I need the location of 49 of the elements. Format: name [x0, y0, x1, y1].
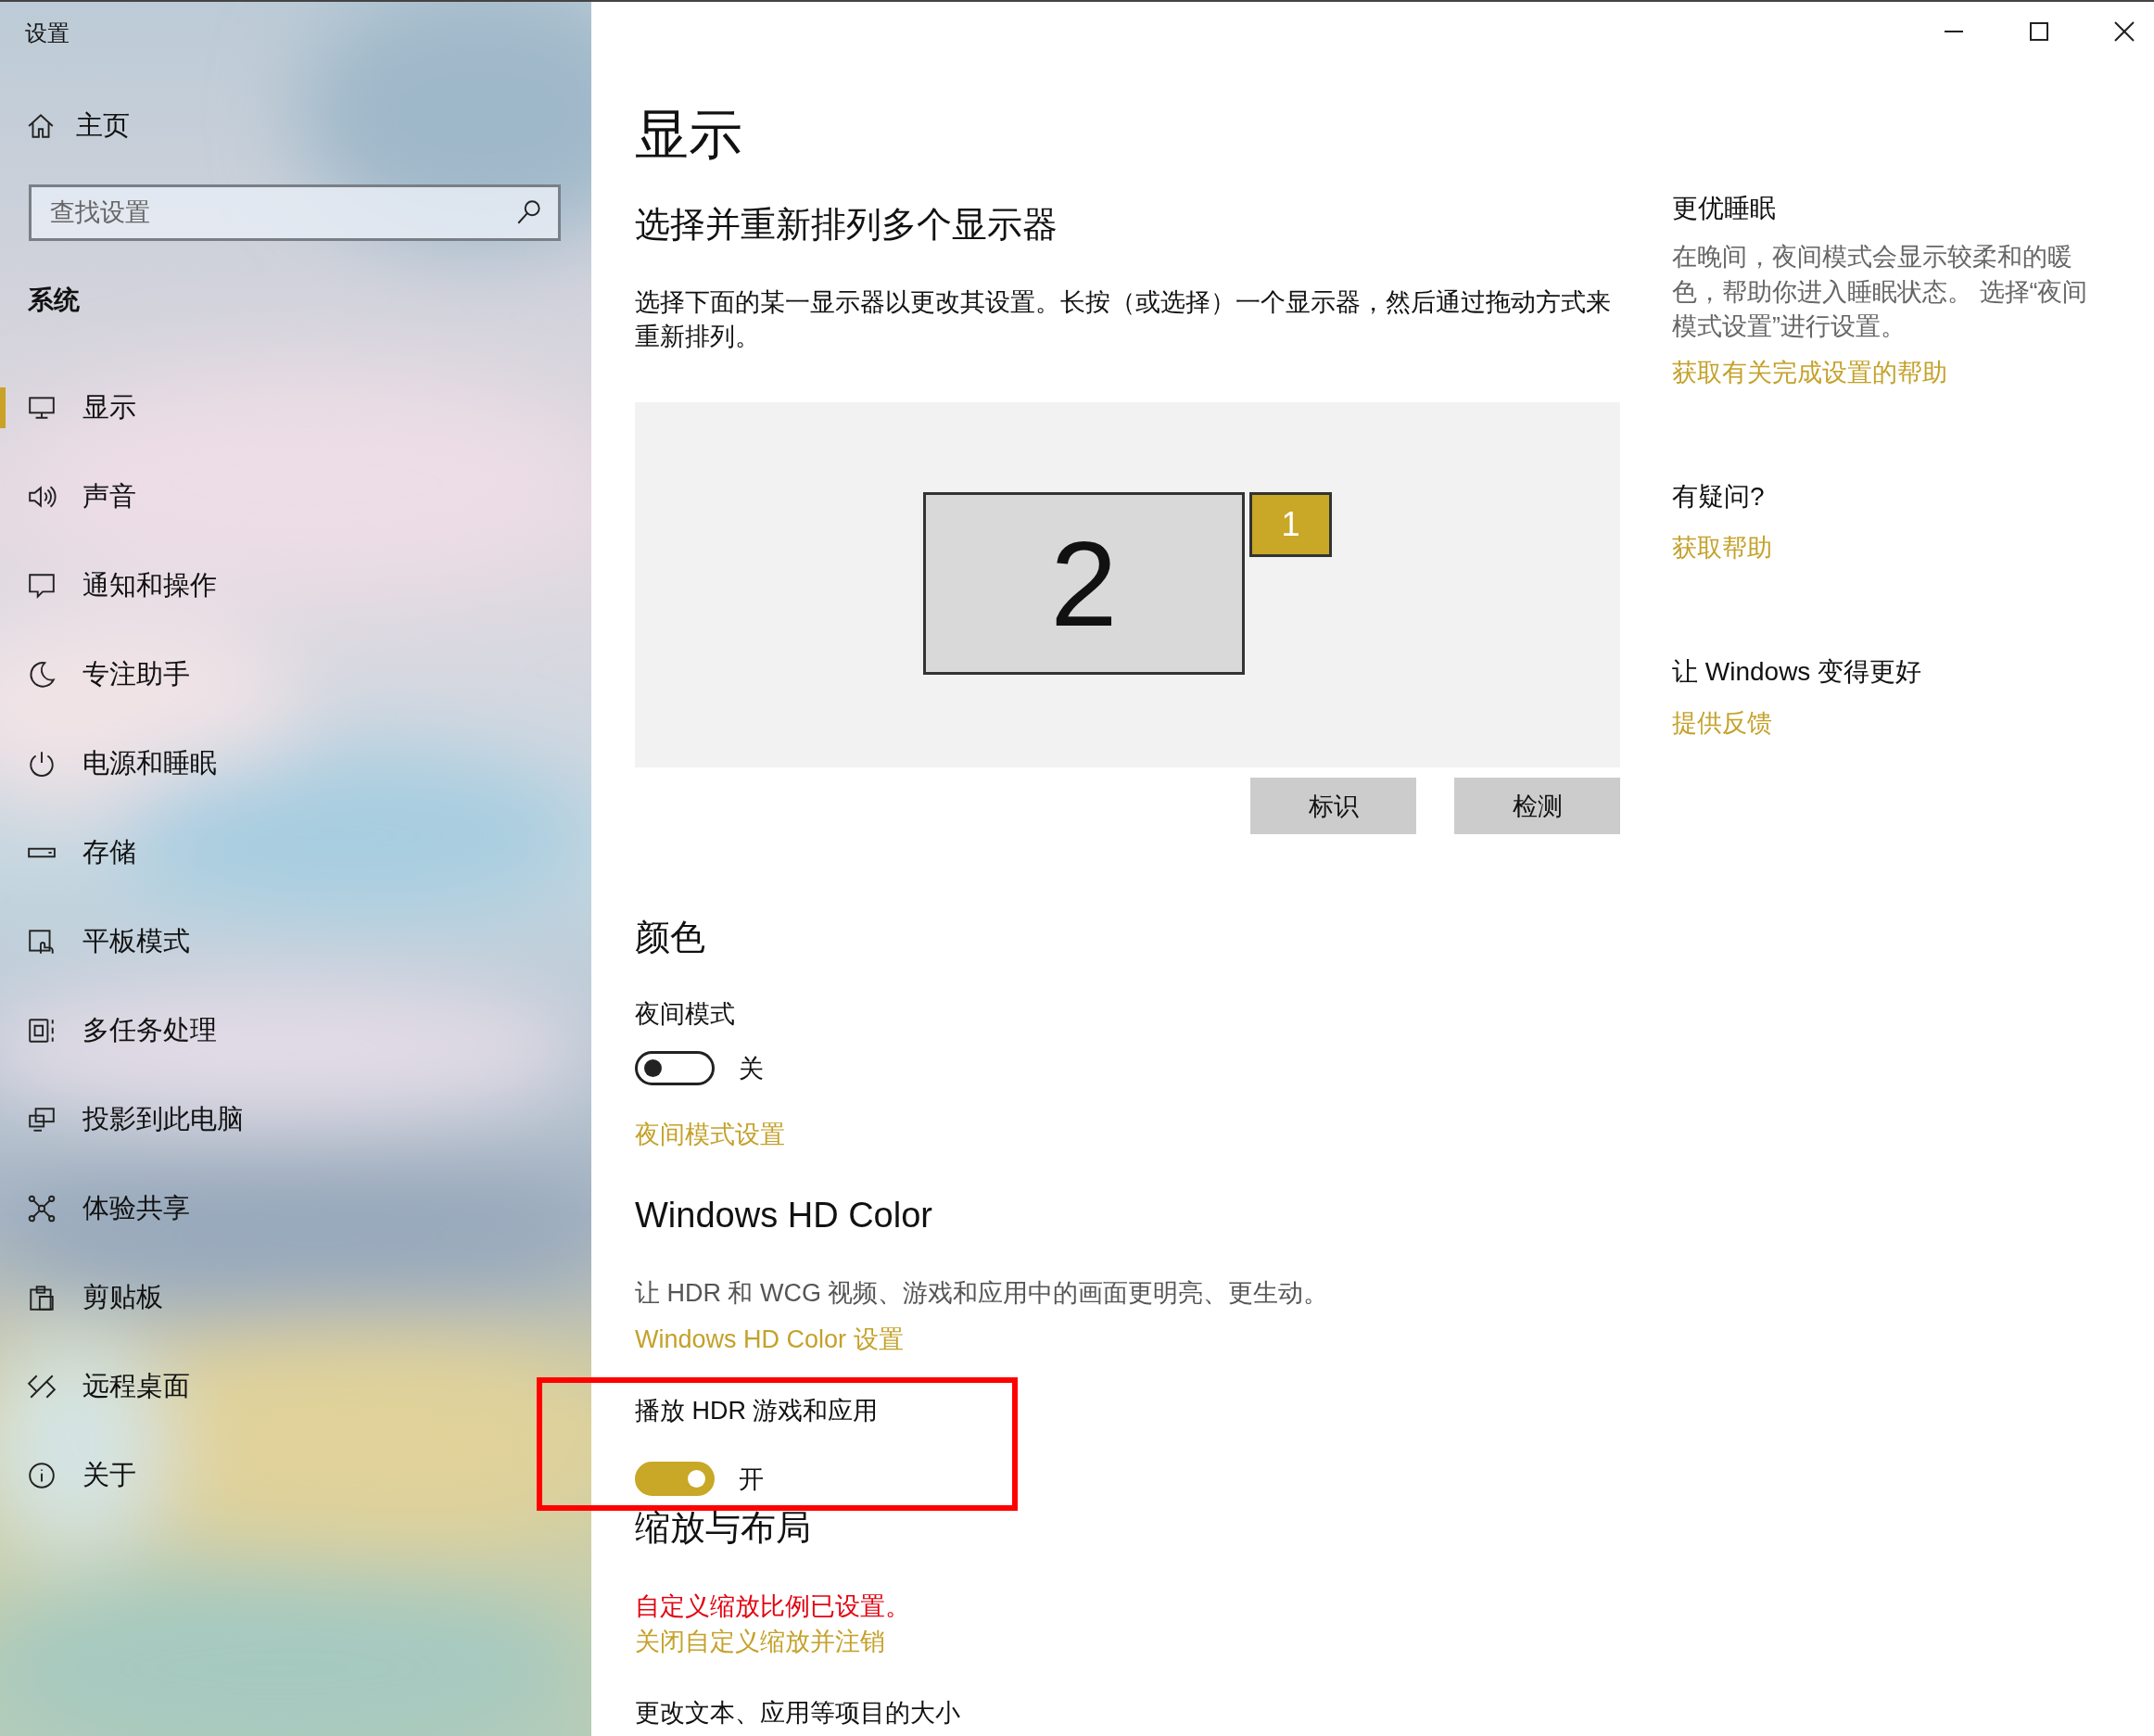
sidebar-item[interactable]: 通知和操作 [27, 567, 217, 604]
sidebar-item[interactable]: 电源和睡眠 [27, 745, 217, 782]
aside-heading: 更优睡眠 [1672, 193, 1776, 224]
window-title: 设置 [25, 19, 70, 47]
sidebar-item[interactable]: 体验共享 [27, 1190, 190, 1227]
section-heading: 系统 [28, 285, 80, 316]
section-heading: 选择并重新排列多个显示器 [635, 204, 1058, 246]
section-heading: 缩放与布局 [635, 1507, 811, 1549]
setting-label: 更改文本、应用等项目的大小 [635, 1698, 960, 1729]
action-button[interactable]: 标识 [1250, 778, 1416, 834]
description: 选择下面的某一显示器以更改其设置。长按（或选择）一个显示器，然后通过拖动方式来重新排列。 [635, 287, 1612, 352]
toggle-switch[interactable] [635, 1462, 715, 1496]
action-button[interactable]: 检测 [1454, 778, 1620, 834]
aside-heading: 让 Windows 变得更好 [1672, 655, 1922, 688]
aside-heading: 有疑问? [1672, 480, 1765, 513]
sidebar-item[interactable]: 显示 [27, 389, 136, 426]
toggle-state: 关 [739, 1053, 764, 1084]
sidebar-item[interactable]: 声音 [27, 478, 136, 515]
home-icon [26, 111, 56, 141]
search-field[interactable]: 查找设置 [29, 184, 561, 241]
speech-bubble-icon [27, 571, 57, 601]
aside-text: 在晚间，夜间模式会显示较柔和的暖色，帮助你进入睡眠状态。 选择“夜间模式设置”进行设置。 [1672, 242, 2089, 342]
info-icon [27, 1461, 57, 1490]
toggle-switch[interactable] [635, 1051, 715, 1085]
power-icon [27, 749, 57, 779]
sidebar-item[interactable]: 多任务处理 [27, 1012, 217, 1049]
moon-icon [27, 660, 57, 690]
share-icon [27, 1194, 57, 1223]
multitask-icon [27, 1016, 57, 1045]
home-link[interactable]: 主页 [26, 98, 130, 154]
project-icon [27, 1105, 57, 1134]
section-heading: 颜色 [635, 917, 705, 958]
section-heading: Windows HD Color [635, 1195, 932, 1236]
clipboard-icon [27, 1283, 57, 1312]
sidebar-item[interactable]: 投影到此电脑 [27, 1101, 244, 1138]
sidebar-item[interactable]: 存储 [27, 834, 136, 871]
toggle-state: 开 [739, 1464, 764, 1495]
page-title: 显示 [635, 103, 742, 166]
setting-label: 夜间模式 [635, 999, 735, 1030]
sidebar-item[interactable]: 平板模式 [27, 923, 190, 960]
setting-label: 播放 HDR 游戏和应用 [635, 1396, 879, 1426]
sidebar-item[interactable]: 剪贴板 [27, 1279, 163, 1316]
description: 让 HDR 和 WCG 视频、游戏和应用中的画面更明亮、更生动。 [635, 1278, 1329, 1309]
display-tile[interactable]: 2 [923, 492, 1245, 675]
sidebar-item[interactable]: 远程桌面 [27, 1368, 190, 1405]
tablet-icon [27, 927, 57, 957]
sidebar-item[interactable]: 关于 [27, 1457, 136, 1494]
warning-text: 自定义缩放比例已设置。 [635, 1591, 910, 1622]
sidebar-item[interactable]: 专注助手 [27, 656, 190, 693]
